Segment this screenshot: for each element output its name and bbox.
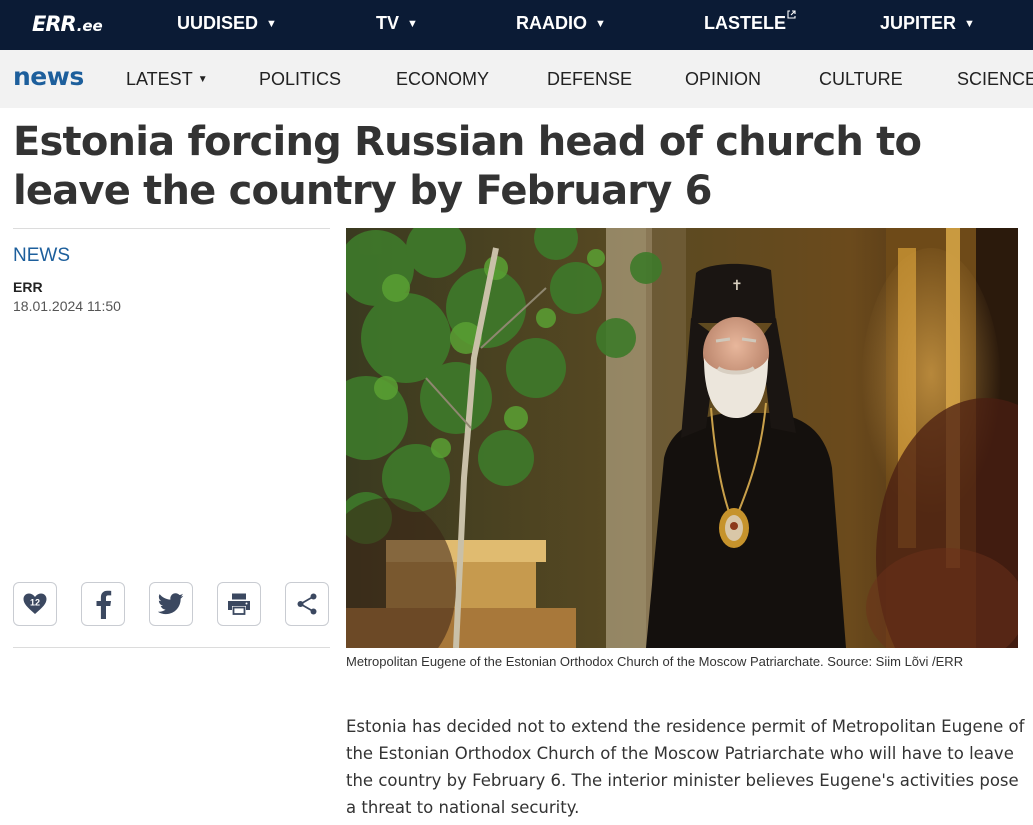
article-headline: Estonia forcing Russian head of church t… xyxy=(13,119,922,214)
topnav-label: JUPITER xyxy=(880,13,957,33)
section-nav-culture[interactable]: CULTURE xyxy=(819,69,903,90)
metropolitan-photo: ✝ xyxy=(346,228,1018,648)
section-nav-science[interactable]: SCIENCE xyxy=(957,69,1033,90)
print-icon xyxy=(228,593,250,615)
news-brand-logo[interactable]: news xyxy=(13,62,84,91)
section-nav: news LATEST ▼ POLITICS ECONOMY DEFENSE O… xyxy=(0,50,1033,108)
section-nav-label: CULTURE xyxy=(819,69,903,89)
section-nav-economy[interactable]: ECONOMY xyxy=(396,69,489,90)
caret-down-icon: ▼ xyxy=(266,17,277,30)
topnav-uudised[interactable]: UUDISED ▼ xyxy=(177,13,277,34)
top-bar: ERR .ee UUDISED ▼ TV ▼ RAADIO ▼ LASTELE … xyxy=(0,0,1033,50)
facebook-icon xyxy=(96,590,112,619)
image-caption: Metropolitan Eugene of the Estonian Orth… xyxy=(346,654,964,669)
article-category[interactable]: NEWS xyxy=(13,245,70,267)
section-nav-label: POLITICS xyxy=(259,69,342,89)
external-link-icon xyxy=(787,9,796,22)
heart-icon: 12 xyxy=(23,593,47,614)
section-nav-latest[interactable]: LATEST ▼ xyxy=(126,69,208,90)
topnav-raadio[interactable]: RAADIO ▼ xyxy=(516,13,606,34)
topnav-jupiter[interactable]: JUPITER ▼ xyxy=(880,13,975,34)
topnav-label: LASTELE xyxy=(704,13,787,33)
err-logo[interactable]: ERR .ee xyxy=(32,10,103,38)
section-nav-defense[interactable]: DEFENSE xyxy=(547,69,632,90)
divider xyxy=(13,647,330,648)
share-button[interactable] xyxy=(285,582,329,626)
svg-text:✝: ✝ xyxy=(731,278,743,294)
section-nav-label: ECONOMY xyxy=(396,69,490,89)
caret-down-icon: ▼ xyxy=(595,17,606,30)
section-nav-label: DEFENSE xyxy=(547,69,633,89)
logo-sub-text: .ee xyxy=(76,17,103,35)
article-lead: Estonia has decided not to extend the re… xyxy=(346,717,1025,817)
caret-down-icon: ▼ xyxy=(407,17,418,30)
topnav-label: UUDISED xyxy=(177,13,259,33)
facebook-share-button[interactable] xyxy=(81,582,125,626)
divider xyxy=(13,228,330,229)
section-nav-label: LATEST xyxy=(126,69,193,89)
topnav-tv[interactable]: TV ▼ xyxy=(376,13,418,34)
print-button[interactable] xyxy=(217,582,261,626)
twitter-share-button[interactable] xyxy=(149,582,193,626)
twitter-icon xyxy=(158,593,184,615)
article-author: ERR xyxy=(13,279,43,295)
section-nav-opinion[interactable]: OPINION xyxy=(685,69,761,90)
logo-main-text: ERR xyxy=(32,12,77,36)
article-photo[interactable]: ✝ xyxy=(346,228,1018,648)
topnav-label: TV xyxy=(376,13,400,33)
caret-down-icon: ▼ xyxy=(197,74,208,85)
section-nav-politics[interactable]: POLITICS xyxy=(259,69,341,90)
article-datetime: 18.01.2024 11:50 xyxy=(13,298,121,314)
like-button[interactable]: 12 xyxy=(13,582,57,626)
caret-down-icon: ▼ xyxy=(964,17,975,30)
share-buttons: 12 xyxy=(13,582,329,626)
section-nav-label: SCIENCE xyxy=(957,69,1033,89)
section-nav-label: OPINION xyxy=(685,69,762,89)
topnav-label: RAADIO xyxy=(516,13,587,33)
share-icon xyxy=(297,593,317,615)
like-count: 12 xyxy=(30,598,40,608)
topnav-lastele[interactable]: LASTELE xyxy=(704,9,796,34)
